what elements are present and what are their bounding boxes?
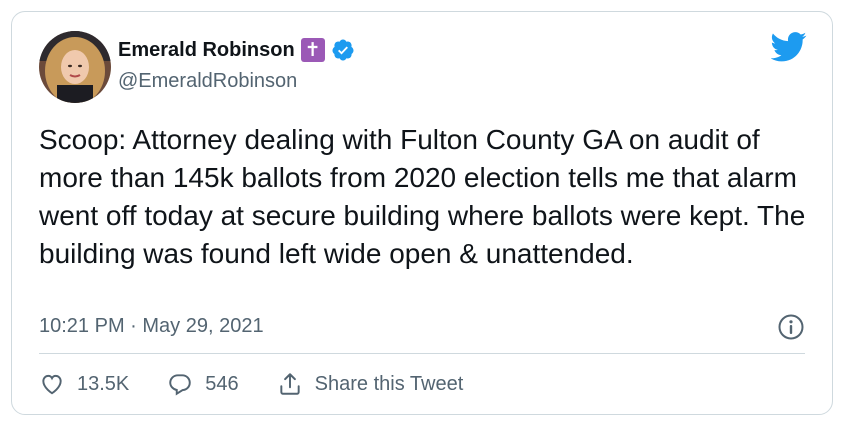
avatar[interactable] [39,31,111,103]
twitter-bird-icon[interactable] [771,32,807,62]
info-icon[interactable] [777,313,805,341]
like-count: 13.5K [77,372,130,395]
share-button[interactable]: Share this Tweet [277,371,464,397]
author-handle[interactable]: @EmeraldRobinson [118,70,297,93]
reply-button[interactable]: 546 [167,371,239,397]
reply-bubble-icon [169,374,191,396]
tweet-text: Scoop: Attorney dealing with Fulton Coun… [39,124,806,269]
author-display-name[interactable]: Emerald Robinson [118,39,295,62]
tweet-card[interactable]: Emerald Robinson ✝ @EmeraldRobinson Scoo… [11,11,833,415]
heart-icon [42,374,62,395]
tweet-actions: 13.5K 546 Share this Tweet [39,371,501,397]
share-icon [279,373,300,395]
verified-badge-icon [332,39,354,61]
reply-count: 546 [205,372,239,395]
author-name-row: Emerald Robinson ✝ [118,38,355,62]
share-label: Share this Tweet [314,372,464,395]
like-button[interactable]: 13.5K [39,371,129,397]
cross-emoji: ✝ [300,38,325,62]
tweet-timestamp[interactable]: 10:21 PM · May 29, 2021 [39,315,264,338]
divider [39,353,805,354]
